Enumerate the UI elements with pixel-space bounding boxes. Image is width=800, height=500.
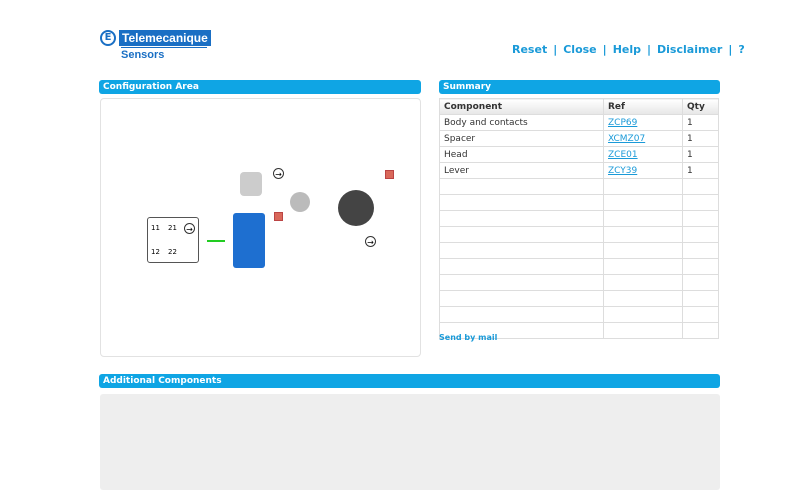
component-cell: Body and contacts — [439, 114, 604, 131]
brand-logo: Telemecanique — [119, 30, 211, 46]
help-link[interactable]: Help — [613, 43, 641, 56]
logo-icon: E — [100, 30, 116, 46]
remove-icon[interactable] — [385, 170, 394, 179]
qty-cell: 1 — [682, 162, 719, 179]
component-cell: Spacer — [439, 130, 604, 147]
col-component: Component — [439, 98, 604, 115]
table-row: Body and contacts ZCP69 1 — [439, 114, 719, 131]
contact-diagram[interactable]: 11 21 12 22 → — [147, 217, 199, 263]
additional-title: Additional Components — [99, 374, 720, 388]
brand-subtitle: Sensors — [121, 47, 207, 61]
question-link[interactable]: ? — [738, 43, 744, 56]
component-cell: Head — [439, 146, 604, 163]
additional-components-area — [100, 394, 720, 490]
col-ref: Ref — [603, 98, 683, 115]
ref-link[interactable]: ZCP69 — [608, 118, 637, 128]
col-qty: Qty — [682, 98, 719, 115]
ref-link[interactable]: ZCY39 — [608, 166, 637, 176]
contact-label: 21 — [168, 224, 177, 232]
send-by-mail-link[interactable]: Send by mail — [439, 333, 497, 342]
summary-title: Summary — [439, 80, 720, 94]
contact-label: 12 — [151, 248, 160, 256]
contact-label: 22 — [168, 248, 177, 256]
head-image[interactable] — [240, 172, 262, 196]
ref-link[interactable]: ZCE01 — [608, 150, 638, 160]
close-link[interactable]: Close — [563, 43, 596, 56]
arrow-right-icon[interactable]: → — [184, 223, 195, 234]
reset-link[interactable]: Reset — [512, 43, 547, 56]
lever-image[interactable] — [338, 190, 374, 226]
connector-line — [207, 240, 225, 242]
table-row: Head ZCE01 1 — [439, 146, 719, 163]
table-row: Lever ZCY39 1 — [439, 162, 719, 179]
qty-cell: 1 — [682, 130, 719, 147]
remove-icon[interactable] — [274, 212, 283, 221]
ref-link[interactable]: XCMZ07 — [608, 134, 645, 144]
contact-label: 11 — [151, 224, 160, 232]
arrow-right-icon[interactable]: → — [365, 236, 376, 247]
qty-cell: 1 — [682, 114, 719, 131]
arrow-right-icon[interactable]: → — [273, 168, 284, 179]
summary-table: Component Ref Qty Body and contacts ZCP69 1 … — [439, 98, 719, 339]
table-row: Spacer XCMZ07 1 — [439, 130, 719, 147]
disclaimer-link[interactable]: Disclaimer — [657, 43, 722, 56]
config-title: Configuration Area — [99, 80, 421, 94]
qty-cell: 1 — [682, 146, 719, 163]
switch-body-image[interactable] — [233, 213, 265, 268]
component-cell: Lever — [439, 162, 604, 179]
spacer-image[interactable] — [290, 192, 310, 212]
top-nav: Reset | Close | Help | Disclaimer | ? — [512, 43, 745, 56]
